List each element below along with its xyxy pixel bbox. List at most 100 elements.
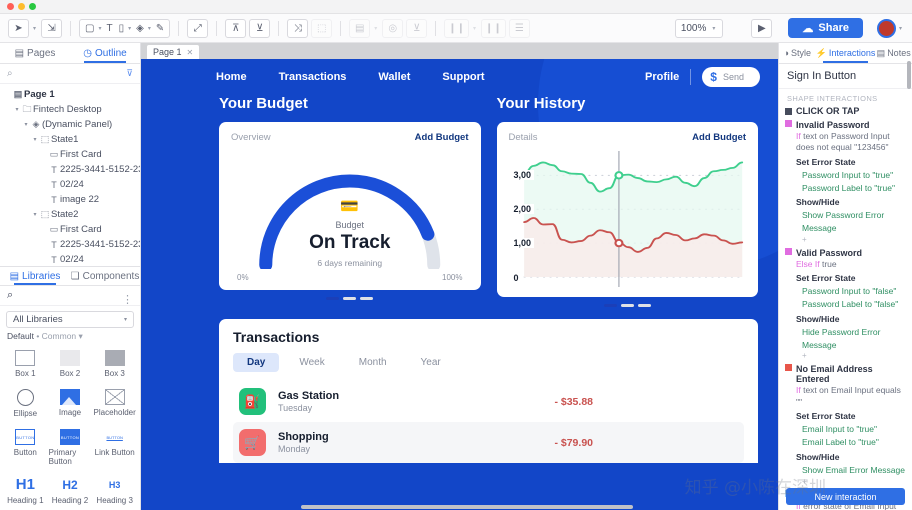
tree-node[interactable]: ▭ First Card bbox=[0, 147, 140, 162]
expand-toggle-icon[interactable]: ▾ bbox=[31, 136, 39, 143]
widget-image[interactable]: Image bbox=[49, 385, 92, 423]
tree-node[interactable]: T 02/24 bbox=[0, 177, 140, 192]
vertical-scrollbar[interactable] bbox=[907, 61, 911, 89]
mask-button[interactable]: ⊻ bbox=[406, 18, 428, 38]
gap-button[interactable]: ❙❙ bbox=[481, 18, 506, 38]
library-select[interactable]: All Libraries ▾ bbox=[6, 311, 134, 328]
design-canvas[interactable]: Home Transactions Wallet Support Profile… bbox=[141, 59, 778, 510]
widget-box-1[interactable]: Box 1 bbox=[4, 346, 47, 383]
interaction-case[interactable]: No Email Address Entered bbox=[785, 364, 906, 384]
close-icon[interactable]: ✕ bbox=[187, 48, 194, 57]
tree-node[interactable]: T2225-3441-5152-2351 bbox=[0, 162, 140, 177]
interaction-action-detail[interactable]: Hide Password Error Message bbox=[785, 326, 906, 352]
zoom-control[interactable]: 100% ▾ bbox=[674, 18, 724, 38]
account-menu[interactable]: ▾ bbox=[876, 18, 904, 38]
tree-node[interactable]: ▾ ⬚ State1 bbox=[0, 132, 140, 147]
nav-link-support[interactable]: Support bbox=[442, 71, 484, 83]
rectangle-icon[interactable]: ▢ bbox=[82, 23, 97, 34]
expand-toggle-icon[interactable]: ▾ bbox=[22, 121, 30, 128]
minimize-window-button[interactable] bbox=[18, 3, 25, 10]
filter-day[interactable]: Day bbox=[233, 353, 280, 372]
tab-libraries[interactable]: ▤ Libraries bbox=[0, 267, 70, 285]
expand-toggle-icon[interactable]: ▾ bbox=[31, 211, 39, 218]
widget-box-3[interactable]: Box 3 bbox=[93, 346, 136, 383]
layout-button[interactable]: ▤ bbox=[349, 18, 371, 38]
pagination-dot[interactable] bbox=[326, 297, 340, 300]
filter-month[interactable]: Month bbox=[345, 353, 401, 372]
new-interaction-button[interactable]: New interaction bbox=[786, 488, 905, 505]
tab-pages[interactable]: ▤ Pages bbox=[0, 43, 70, 63]
tab-style[interactable]: ◑ Style bbox=[779, 43, 816, 63]
connector-tool-button[interactable]: ⇲ bbox=[41, 18, 63, 38]
widget-link-button[interactable]: BUTTON Link Button bbox=[93, 425, 136, 471]
chart-marker-income[interactable] bbox=[613, 171, 623, 180]
image-icon[interactable]: ◈ bbox=[133, 23, 147, 34]
tab-notes[interactable]: ▤ Notes bbox=[875, 43, 912, 63]
tree-node[interactable]: ▾ ⬚ State2 bbox=[0, 207, 140, 222]
nav-link-profile[interactable]: Profile bbox=[645, 71, 679, 83]
interaction-action-detail[interactable]: Show Email Error Message bbox=[785, 464, 906, 477]
widget-primary-button[interactable]: BUTTON Primary Button bbox=[49, 425, 92, 471]
pen-icon[interactable]: ✎ bbox=[153, 23, 167, 34]
interaction-action-title[interactable]: Set Error State bbox=[785, 273, 906, 283]
widget-placeholder[interactable]: Placeholder bbox=[93, 385, 136, 423]
expand-toggle-icon[interactable]: ▾ bbox=[13, 106, 21, 113]
fullscreen-button[interactable]: ⤢ bbox=[187, 18, 209, 38]
chevron-down-icon[interactable]: ▾ bbox=[98, 25, 101, 32]
widget-heading-3[interactable]: H3 Heading 3 bbox=[93, 473, 136, 510]
preview-button[interactable]: ▶ bbox=[751, 18, 773, 38]
spacing-button[interactable]: ❙❙ bbox=[444, 18, 470, 38]
chevron-down-icon[interactable]: ▾ bbox=[128, 25, 131, 32]
more-options-icon[interactable]: ⋮ bbox=[122, 293, 133, 306]
opacity-button[interactable]: ◎ bbox=[382, 18, 404, 38]
interaction-action-detail[interactable]: Password Label to "false" bbox=[785, 298, 906, 311]
distribute-button[interactable]: ⊻ bbox=[249, 18, 271, 38]
search-icon[interactable]: ⌕ bbox=[7, 289, 13, 302]
interaction-action-detail[interactable]: Show Password Error Message bbox=[785, 209, 906, 235]
interaction-case[interactable]: Valid Password bbox=[785, 247, 906, 258]
interaction-action-detail[interactable]: Email Label to "true" bbox=[785, 436, 906, 449]
nav-link-wallet[interactable]: Wallet bbox=[378, 71, 410, 83]
pagination-dot[interactable] bbox=[603, 304, 617, 307]
chevron-down-icon[interactable]: ▾ bbox=[374, 25, 377, 32]
add-action-icon[interactable]: + bbox=[785, 235, 906, 244]
shuffle-button[interactable]: ⤨ bbox=[287, 18, 309, 38]
widget-heading-1[interactable]: H1 Heading 1 bbox=[4, 473, 47, 510]
add-action-icon[interactable]: + bbox=[785, 477, 906, 486]
horizontal-scrollbar[interactable] bbox=[301, 505, 633, 509]
widget-box-2[interactable]: Box 2 bbox=[49, 346, 92, 383]
add-budget-button[interactable]: Add Budget bbox=[692, 132, 746, 143]
filter-icon[interactable]: ⊽ bbox=[126, 68, 133, 79]
nav-link-home[interactable]: Home bbox=[216, 71, 247, 83]
tree-node[interactable]: ▤ Page 1 bbox=[0, 87, 140, 102]
tree-node[interactable]: ▭ First Card bbox=[0, 222, 140, 237]
box-icon[interactable]: ▯ bbox=[116, 23, 128, 34]
chart-marker-expenses[interactable] bbox=[613, 238, 623, 248]
maximize-window-button[interactable] bbox=[29, 3, 36, 10]
widget-heading-2[interactable]: H2 Heading 2 bbox=[49, 473, 92, 510]
tree-node[interactable]: Timage 22 bbox=[0, 192, 140, 207]
nav-link-transactions[interactable]: Transactions bbox=[279, 71, 347, 83]
interaction-action-title[interactable]: Show/Hide bbox=[785, 314, 906, 324]
interaction-action-detail[interactable]: Password Label to "true" bbox=[785, 182, 906, 195]
tab-interactions[interactable]: ⚡ Interactions bbox=[816, 43, 875, 63]
filter-week[interactable]: Week bbox=[285, 353, 338, 372]
table-row[interactable]: ⛽ Gas Station Tuesday - $35.88 bbox=[233, 381, 744, 422]
add-action-icon[interactable]: + bbox=[785, 351, 906, 360]
group-button[interactable]: ⬚ bbox=[311, 18, 333, 38]
table-row[interactable]: 🛒 Shopping Monday - $79.90 bbox=[233, 422, 744, 463]
tree-node[interactable]: ▾ 🗀 Fintech Desktop bbox=[0, 102, 140, 117]
list-button[interactable]: ☰ bbox=[508, 18, 530, 38]
interaction-case[interactable]: Invalid Password bbox=[785, 120, 906, 130]
interaction-action-title[interactable]: Show/Hide bbox=[785, 197, 906, 207]
breadcrumb-common[interactable]: Common bbox=[42, 331, 76, 341]
filter-year[interactable]: Year bbox=[407, 353, 455, 372]
tree-node[interactable]: T 02/24 bbox=[0, 252, 140, 266]
canvas-tab-page-1[interactable]: Page 1 ✕ bbox=[147, 45, 200, 59]
share-button[interactable]: ☁ Share bbox=[788, 18, 863, 38]
text-icon[interactable]: T bbox=[103, 23, 115, 34]
chevron-down-icon[interactable]: ▾ bbox=[148, 25, 151, 32]
align-button[interactable]: ⊼ bbox=[225, 18, 247, 38]
tree-node[interactable]: T2225-3441-5152-2351 bbox=[0, 237, 140, 252]
interaction-action-detail[interactable]: Password Input to "true" bbox=[785, 169, 906, 182]
